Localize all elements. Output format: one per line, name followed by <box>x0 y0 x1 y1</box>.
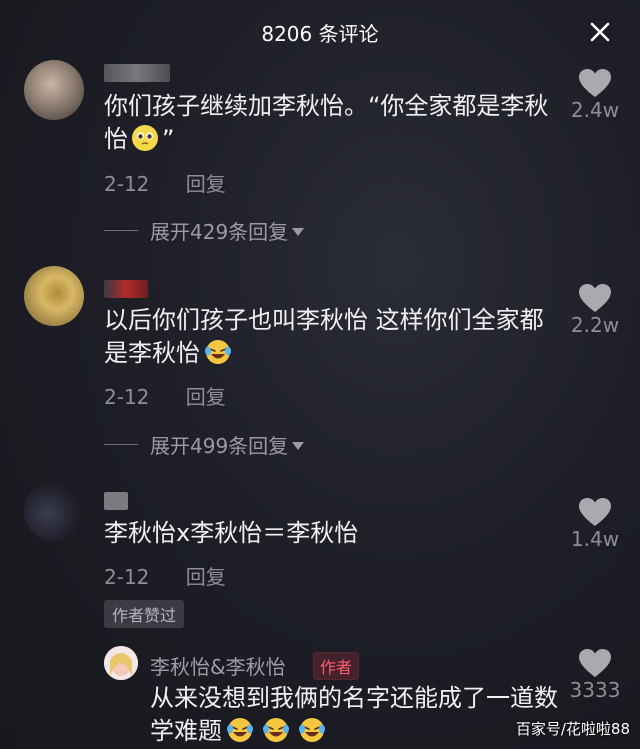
divider-dash <box>104 444 138 445</box>
expand-replies-button[interactable]: 展开499条回复 <box>104 430 305 459</box>
laughing-tears-emoji <box>299 718 325 742</box>
pleading-face-emoji <box>132 125 158 151</box>
chevron-down-icon <box>292 227 305 236</box>
like-count: 2.4w <box>570 98 620 122</box>
heart-icon <box>579 498 611 526</box>
close-icon[interactable] <box>588 20 612 44</box>
heart-icon <box>579 69 611 97</box>
like-count: 2.2w <box>570 313 620 337</box>
expand-replies-label: 展开429条回复 <box>150 220 289 244</box>
reply-button[interactable]: 回复 <box>186 172 226 196</box>
reply-text: 从来没想到我俩的名字还能成了一道数学难题 <box>150 684 558 745</box>
comment-date: 2-12 <box>104 385 150 409</box>
comment-meta: 2-12 回复 <box>104 561 226 590</box>
author-badge: 作者 <box>313 652 360 680</box>
comment-count-title: 8206 条评论 <box>261 22 379 46</box>
avatar[interactable] <box>24 481 84 541</box>
heart-icon <box>579 649 611 677</box>
avatar[interactable] <box>24 60 84 120</box>
author-name[interactable]: 李秋怡&李秋怡 <box>150 651 286 680</box>
comment-date: 2-12 <box>104 172 150 196</box>
like-button[interactable]: 2.4w <box>566 68 624 122</box>
watermark: 百家号/花啦啦88 <box>515 720 630 738</box>
chevron-down-icon <box>292 441 305 450</box>
comment-date: 2-12 <box>104 565 150 589</box>
author-avatar[interactable] <box>104 646 138 680</box>
username-blurred[interactable] <box>104 492 128 510</box>
reply-button[interactable]: 回复 <box>186 565 226 589</box>
username-blurred[interactable] <box>104 64 170 82</box>
laughing-tears-emoji <box>227 718 253 742</box>
expand-replies-button[interactable]: 展开429条回复 <box>104 216 305 245</box>
laughing-tears-emoji <box>205 340 231 364</box>
divider-dash <box>104 230 138 231</box>
comment-text: 李秋怡x李秋怡＝李秋怡 <box>104 519 359 547</box>
laughing-tears-emoji <box>263 718 289 742</box>
comment-meta: 2-12 回复 <box>104 168 226 197</box>
author-liked-badge: 作者赞过 <box>104 600 185 628</box>
comment-text: 以后你们孩子也叫李秋怡 这样你们全家都是李秋怡 <box>104 306 544 367</box>
comments-header: 8206 条评论 <box>0 0 640 62</box>
like-count: 1.4w <box>570 527 620 551</box>
comment-text: 你们孩子继续加李秋怡。“你全家都是李秋怡 ” <box>104 92 549 153</box>
expand-replies-label: 展开499条回复 <box>150 434 289 458</box>
like-button[interactable]: 3333 <box>566 648 624 702</box>
avatar[interactable] <box>24 266 84 326</box>
like-button[interactable]: 2.2w <box>566 283 624 337</box>
like-count: 3333 <box>569 678 621 702</box>
avatar-image <box>104 646 138 680</box>
reply-button[interactable]: 回复 <box>186 385 226 409</box>
like-button[interactable]: 1.4w <box>566 497 624 551</box>
comment-meta: 2-12 回复 <box>104 381 226 410</box>
heart-icon <box>579 284 611 312</box>
username-blurred[interactable] <box>104 280 148 298</box>
